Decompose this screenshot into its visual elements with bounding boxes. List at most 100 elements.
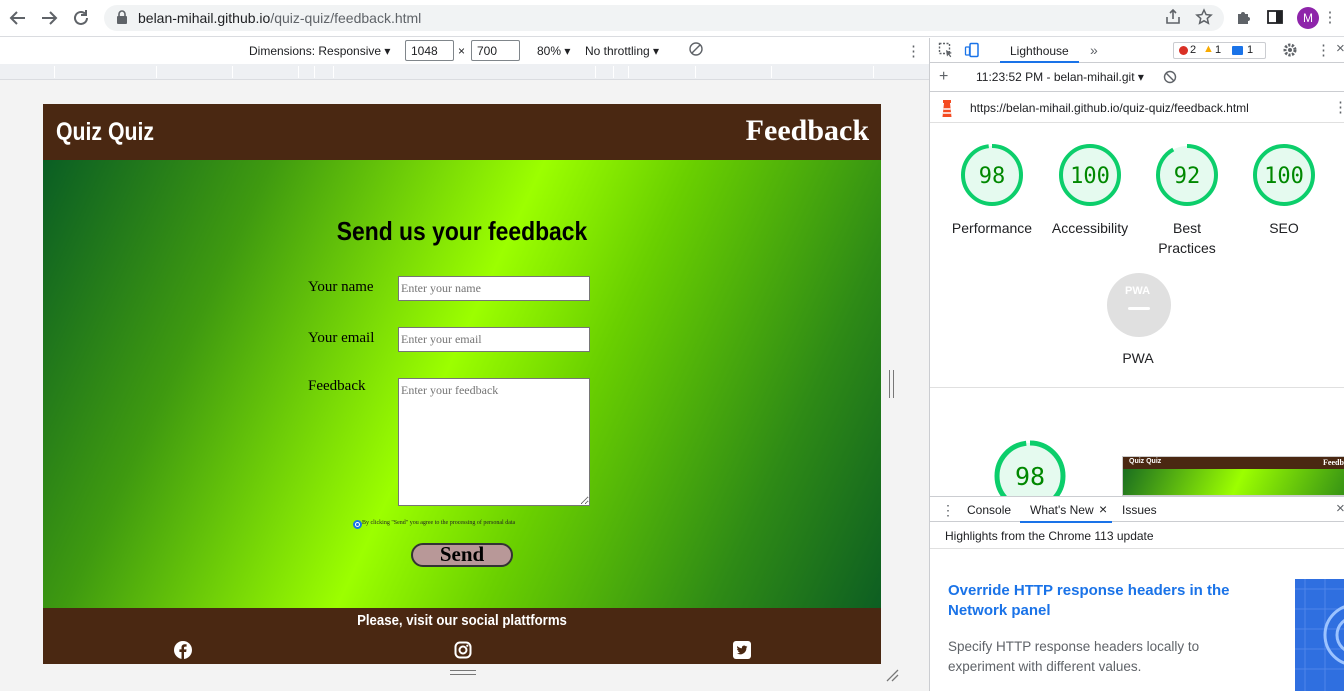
email-label: Your email xyxy=(308,330,375,346)
drawer-tab-whats-new[interactable]: What's New × xyxy=(1020,497,1112,523)
message-icon xyxy=(1232,46,1243,55)
consent-text: By clicking "Send" you agree to the proc… xyxy=(362,520,516,526)
twitter-icon[interactable] xyxy=(733,641,751,659)
extensions-puzzle-icon[interactable] xyxy=(1234,8,1254,28)
drawer-menu-icon[interactable]: ⋮ xyxy=(941,502,955,519)
pwa-gauge[interactable]: PWA xyxy=(1107,273,1171,337)
warning-icon: ▲ xyxy=(1203,43,1214,55)
console-counts[interactable]: 2 ▲ 1 1 xyxy=(1173,42,1266,59)
bookmark-star-icon[interactable] xyxy=(1194,8,1214,28)
devtools-tabbar: Lighthouse » 2 ▲ 1 1 ⋮ × xyxy=(930,38,1344,63)
device-viewport-area: Quiz Quiz Feedback Send us your feedback… xyxy=(0,80,929,691)
clear-reports-icon[interactable] xyxy=(1163,70,1177,87)
more-tabs-chevron[interactable]: » xyxy=(1090,42,1098,58)
forward-arrow-icon[interactable] xyxy=(38,7,60,29)
highlights-divider xyxy=(930,548,1344,549)
article-title-link[interactable]: Override HTTP response headers in the Ne… xyxy=(948,581,1268,621)
drawer-tabbar: ⋮ Console What's New × Issues × xyxy=(930,496,1344,523)
send-button[interactable]: Send xyxy=(411,543,513,567)
devtools-menu-icon[interactable]: ⋮ xyxy=(1316,41,1331,59)
inspect-element-icon[interactable] xyxy=(938,42,954,61)
pwa-label: PWA xyxy=(1122,350,1154,366)
ruler-tick xyxy=(232,66,233,78)
device-toggle-icon[interactable] xyxy=(964,42,980,61)
rotate-icon[interactable] xyxy=(688,41,704,60)
viewport-height-input[interactable] xyxy=(471,40,520,61)
seo-label: SEO xyxy=(1269,220,1299,236)
profile-avatar[interactable]: M xyxy=(1297,7,1319,29)
site-logo[interactable]: Quiz Quiz xyxy=(56,118,154,147)
name-input[interactable] xyxy=(398,276,590,301)
address-bar[interactable]: belan-mihail.github.io/quiz-quiz/feedbac… xyxy=(104,5,1224,31)
thumb-title: Feedb xyxy=(1323,458,1344,467)
report-selector[interactable]: 11:23:52 PM - belan-mihail.git ▾ xyxy=(976,70,1144,84)
zoom-dropdown[interactable]: 80% ▾ xyxy=(537,44,570,58)
seo-gauge[interactable]: 100 xyxy=(1252,143,1316,207)
viewport-width-input[interactable] xyxy=(405,40,454,61)
settings-gear-icon[interactable] xyxy=(1282,42,1298,61)
footer-text: Please, visit our social plattforms xyxy=(357,612,567,629)
form-title: Send us your feedback xyxy=(336,216,588,246)
feedback-section: Send us your feedback Your name Your ema… xyxy=(43,160,881,608)
tab-lighthouse[interactable]: Lighthouse xyxy=(1000,38,1079,63)
instagram-icon[interactable] xyxy=(454,641,472,659)
lock-icon xyxy=(117,10,127,24)
detail-score: 98 xyxy=(1015,462,1045,491)
zoom-label: 80% xyxy=(537,44,562,58)
url-path: /quiz-quiz/feedback.html xyxy=(270,10,422,26)
more-vert-icon[interactable]: ⋮ xyxy=(1320,8,1340,28)
accessibility-gauge[interactable]: 100 xyxy=(1058,143,1122,207)
devtools-panel: Lighthouse » 2 ▲ 1 1 ⋮ × + 11:23:52 PM -… xyxy=(929,38,1344,691)
device-toolbar: Dimensions: Responsive ▾ × 80% ▾ No thro… xyxy=(0,38,929,63)
new-report-plus-icon[interactable]: + xyxy=(939,68,948,86)
ruler-tick xyxy=(628,66,629,78)
ruler-tick xyxy=(771,66,772,78)
error-icon xyxy=(1179,46,1188,55)
section-divider xyxy=(930,387,1344,388)
ruler-tick xyxy=(695,66,696,78)
share-icon[interactable] xyxy=(1163,8,1183,28)
feedback-textarea[interactable] xyxy=(398,378,590,506)
report-menu-icon[interactable]: ⋮ xyxy=(1333,98,1344,116)
report-url[interactable]: https://belan-mihail.github.io/quiz-quiz… xyxy=(970,101,1249,115)
feedback-label: Feedback xyxy=(308,378,366,394)
viewport-resize-handle-right[interactable] xyxy=(889,370,894,398)
reload-icon[interactable] xyxy=(70,7,92,29)
times-symbol: × xyxy=(458,44,466,58)
email-input[interactable] xyxy=(398,327,590,352)
back-arrow-icon[interactable] xyxy=(7,7,29,29)
close-tab-icon[interactable]: × xyxy=(1099,501,1107,517)
site-footer: Please, visit our social plattforms xyxy=(43,608,881,664)
consent-radio[interactable] xyxy=(353,520,362,529)
warning-count: 1 xyxy=(1215,44,1222,56)
ruler-tick xyxy=(873,66,874,78)
dimensions-dropdown[interactable]: Dimensions: Responsive ▾ xyxy=(249,44,390,58)
throttling-label: No throttling xyxy=(585,44,650,58)
device-more-icon[interactable]: ⋮ xyxy=(906,42,921,60)
facebook-icon[interactable] xyxy=(174,641,192,659)
dimensions-label: Dimensions: Responsive xyxy=(249,44,382,58)
performance-label: Performance xyxy=(951,220,1033,236)
lighthouse-toolbar: + 11:23:52 PM - belan-mihail.git ▾ xyxy=(930,64,1344,92)
best-practices-gauge[interactable]: 92 xyxy=(1155,143,1219,207)
accessibility-score: 100 xyxy=(1070,164,1110,189)
seo-score: 100 xyxy=(1264,164,1304,189)
throttling-dropdown[interactable]: No throttling ▾ xyxy=(585,44,659,58)
site-header: Quiz Quiz Feedback xyxy=(43,104,881,160)
error-count: 2 xyxy=(1190,44,1197,56)
page-screenshot-thumbnail[interactable]: Quiz Quiz Feedb xyxy=(1122,456,1344,496)
drawer-tab-whats-new-label: What's New xyxy=(1030,503,1094,517)
ruler-tick xyxy=(595,66,596,78)
name-label: Your name xyxy=(308,279,374,295)
close-drawer-icon[interactable]: × xyxy=(1336,500,1344,517)
close-devtools-icon[interactable]: × xyxy=(1336,40,1344,57)
media-query-ruler[interactable] xyxy=(0,64,929,80)
drawer-tab-console[interactable]: Console xyxy=(967,503,1011,517)
side-panel-icon[interactable] xyxy=(1265,8,1285,28)
performance-gauge[interactable]: 98 xyxy=(960,143,1024,207)
highlights-heading: Highlights from the Chrome 113 update xyxy=(945,529,1154,543)
report-time: 11:23:52 PM - belan-mihail.git xyxy=(976,70,1135,84)
viewport-resize-corner-icon[interactable] xyxy=(885,668,899,682)
viewport-resize-handle-bottom[interactable] xyxy=(450,670,476,675)
drawer-tab-issues[interactable]: Issues xyxy=(1122,503,1157,517)
